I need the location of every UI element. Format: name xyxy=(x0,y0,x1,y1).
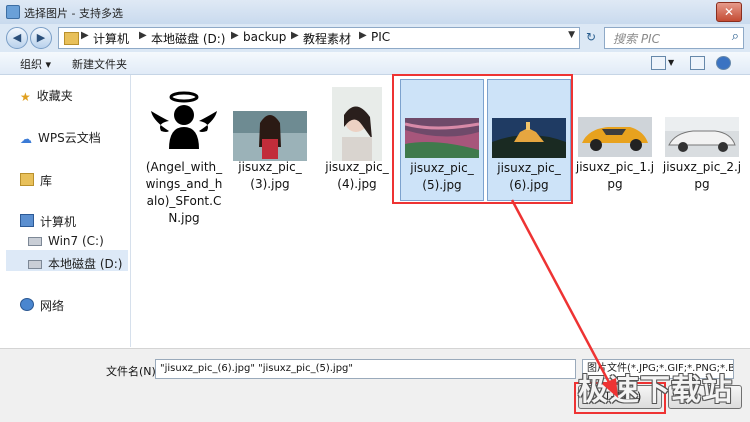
file-item[interactable]: jisuxz_pic_2.jpg xyxy=(661,79,743,199)
photo-thumbnail xyxy=(233,111,307,161)
file-name: jisuxz_pic_(4).jpg xyxy=(325,160,389,191)
folder-icon xyxy=(64,32,79,45)
selection-highlight-box xyxy=(392,74,573,204)
sidebar-item-library[interactable]: 库 xyxy=(20,172,52,189)
refresh-icon[interactable]: ↻ xyxy=(582,27,600,47)
search-placeholder: 搜索 PIC xyxy=(613,32,660,46)
chevron-down-icon[interactable]: ▼ xyxy=(668,58,674,67)
angel-thumbnail xyxy=(151,91,217,149)
file-open-dialog: 选择图片 - 支持多选 ✕ ◀ ▶ ▶ 计算机 ▶ 本地磁盘 (D:) ▶ ba… xyxy=(0,0,750,422)
chevron-icon: ▶ xyxy=(231,30,239,41)
file-item[interactable]: jisuxz_pic_(4).jpg xyxy=(316,79,398,199)
sidebar-item-local-disk-d[interactable]: 本地磁盘 (D:) xyxy=(28,255,122,272)
chevron-icon: ▶ xyxy=(291,30,299,41)
watermark-logo: 极速下载站 xyxy=(578,373,733,408)
file-name: jisuxz_pic_2.jpg xyxy=(662,160,742,191)
sidebar-item-favorites[interactable]: ★ 收藏夹 xyxy=(20,87,73,104)
chevron-down-icon[interactable]: ▼ xyxy=(568,30,575,40)
drive-icon xyxy=(28,237,42,246)
search-icon[interactable]: ⌕ xyxy=(732,29,739,44)
photo-thumbnail xyxy=(578,117,652,157)
toolbar: 组织 ▾ 新建文件夹 ▼ xyxy=(0,52,750,75)
new-folder-button[interactable]: 新建文件夹 xyxy=(72,56,127,72)
photo-thumbnail xyxy=(665,117,739,157)
search-input[interactable]: 搜索 PIC ⌕ xyxy=(604,27,744,49)
computer-icon xyxy=(20,214,34,227)
forward-button[interactable]: ▶ xyxy=(30,27,52,49)
chevron-icon: ▶ xyxy=(139,30,147,41)
window-title: 选择图片 - 支持多选 xyxy=(24,7,123,20)
close-button[interactable]: ✕ xyxy=(716,2,742,22)
cloud-icon: ☁ xyxy=(20,132,32,146)
organize-button[interactable]: 组织 ▾ xyxy=(20,56,51,72)
preview-pane-icon[interactable] xyxy=(690,56,705,70)
sidebar-item-network[interactable]: 网络 xyxy=(20,297,64,314)
chevron-icon: ▶ xyxy=(81,30,89,41)
sidebar-item-wps-cloud[interactable]: ☁ WPS云文档 xyxy=(20,129,101,146)
library-icon xyxy=(20,173,34,186)
app-icon xyxy=(6,5,20,19)
breadcrumb-tutorial[interactable]: 教程素材 xyxy=(303,30,351,47)
filename-field[interactable]: "jisuxz_pic_(6).jpg" "jisuxz_pic_(5).jpg… xyxy=(155,359,576,379)
drive-icon xyxy=(28,260,42,269)
close-icon: ✕ xyxy=(723,5,735,19)
file-item[interactable]: jisuxz_pic_1.jpg xyxy=(574,79,656,199)
file-name: jisuxz_pic_(3).jpg xyxy=(238,160,302,191)
view-options-icon[interactable] xyxy=(651,56,666,70)
chevron-icon: ▶ xyxy=(359,30,367,41)
address-bar[interactable]: ▶ 计算机 ▶ 本地磁盘 (D:) ▶ backup ▶ 教程素材 ▶ PIC … xyxy=(58,27,580,49)
breadcrumb-pic[interactable]: PIC xyxy=(371,30,390,44)
breadcrumb-computer[interactable]: 计算机 xyxy=(93,30,129,47)
photo-thumbnail xyxy=(332,87,382,161)
star-icon: ★ xyxy=(20,90,31,104)
sidebar-item-computer[interactable]: 计算机 xyxy=(20,213,76,230)
file-name: jisuxz_pic_1.jpg xyxy=(575,160,655,191)
file-name: (Angel_with_wings_and_halo)_SFont.CN.jpg xyxy=(145,160,223,225)
back-button[interactable]: ◀ xyxy=(6,27,28,49)
sidebar-item-win7-c[interactable]: Win7 (C:) xyxy=(28,234,104,248)
file-item[interactable]: jisuxz_pic_(3).jpg xyxy=(229,79,311,199)
breadcrumb-drive[interactable]: 本地磁盘 (D:) xyxy=(151,30,225,47)
network-icon xyxy=(20,298,34,311)
bottom-panel: 文件名(N): "jisuxz_pic_(6).jpg" "jisuxz_pic… xyxy=(0,348,750,422)
file-item[interactable]: (Angel_with_wings_and_halo)_SFont.CN.jpg xyxy=(143,79,225,225)
breadcrumb-backup[interactable]: backup xyxy=(243,30,286,44)
filename-label: 文件名(N): xyxy=(106,365,160,378)
address-row: ◀ ▶ ▶ 计算机 ▶ 本地磁盘 (D:) ▶ backup ▶ 教程素材 ▶ … xyxy=(0,24,750,52)
help-icon[interactable] xyxy=(716,56,731,70)
navigation-pane: ★ 收藏夹 ☁ WPS云文档 库 计算机 Win7 (C:) 本地磁盘 (D:) 网… xyxy=(0,75,131,347)
title-bar: 选择图片 - 支持多选 ✕ xyxy=(0,0,750,24)
